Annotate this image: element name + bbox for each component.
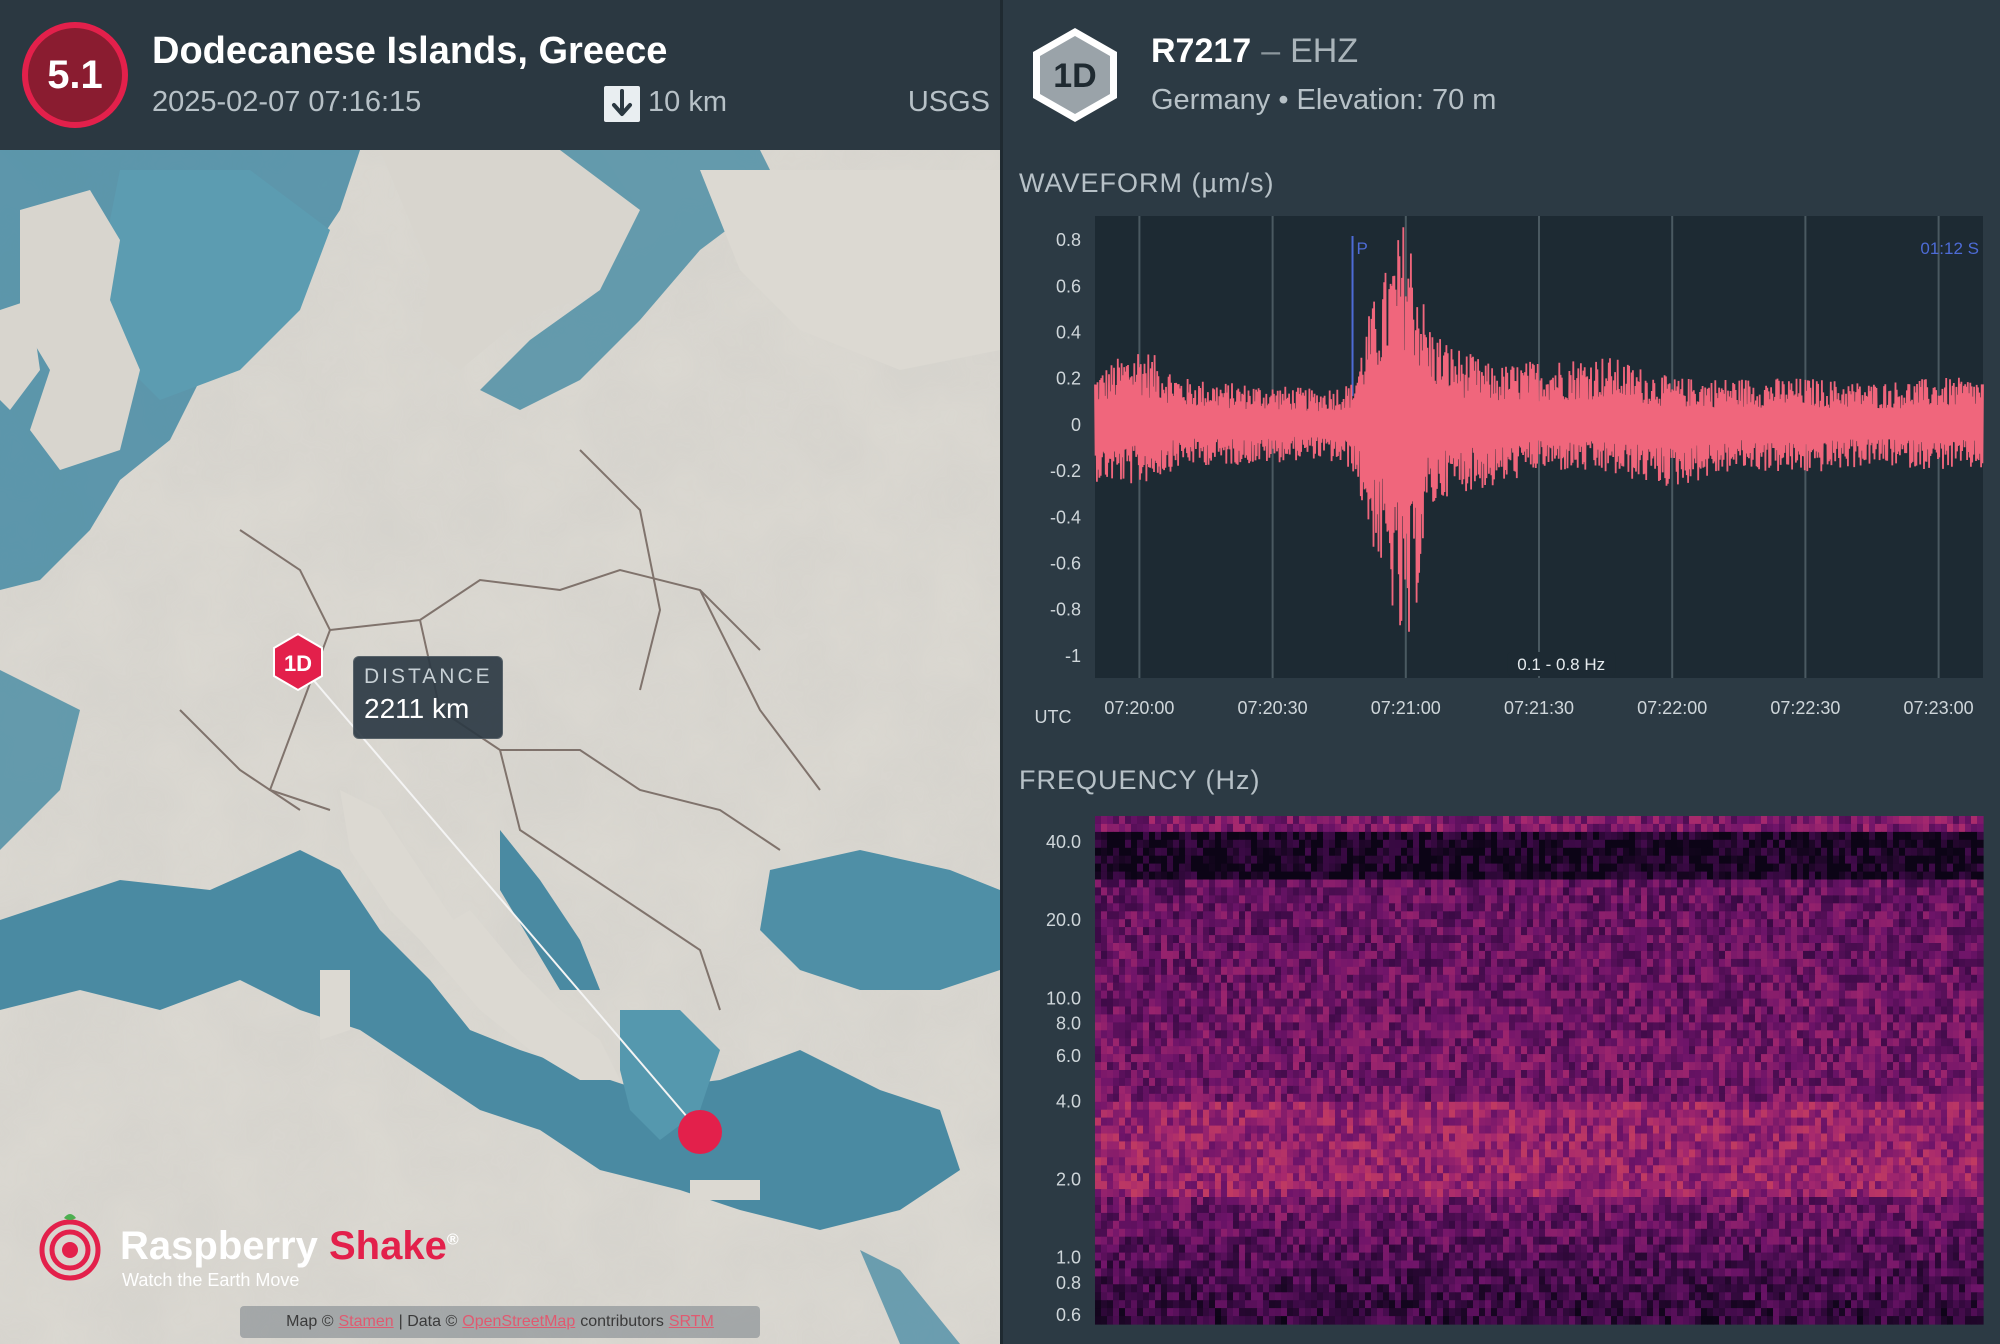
spectrogram-y-tick: 8.0 xyxy=(1056,1013,1081,1033)
waveform-chart[interactable]: 0.8 0.6 0.4 0.2 0 -0.2 -0.4 -0.6 -0.8 -1 07:20:00 0… xyxy=(1003,210,2000,730)
brand-logo[interactable]: Raspberry Shake® Watch the Earth Move xyxy=(34,1210,459,1290)
station-badge-label: 1D xyxy=(1053,57,1096,95)
spectrogram-chart[interactable]: 40.0 20.0 10.0 8.0 6.0 4.0 2.0 1.0 0.8 0.6 xyxy=(1003,800,2000,1344)
arrow-down-icon xyxy=(604,86,640,122)
map-canvas: 1D xyxy=(0,150,1000,1344)
event-title: Dodecanese Islands, Greece xyxy=(152,30,668,72)
distance-label: DISTANCE xyxy=(364,665,493,688)
waveform-title: WAVEFORM (µm/s) xyxy=(1019,168,1275,198)
p-wave-label: P xyxy=(1357,239,1368,258)
station-panel: 1D R7217– EHZ Germany • Elevation: 70 m W… xyxy=(1003,0,2000,1344)
waveform-y-tick: 0.2 xyxy=(1056,369,1081,389)
spectrogram-y-tick: 4.0 xyxy=(1056,1092,1081,1112)
stamen-link[interactable]: Stamen xyxy=(338,1313,393,1331)
raspberry-logo-icon xyxy=(39,1214,101,1281)
station-marker-label: 1D xyxy=(284,651,312,676)
waveform-y-tick: 0.6 xyxy=(1056,276,1081,296)
waveform-y-tick: -1 xyxy=(1065,646,1081,666)
waveform-x-tick: 07:21:30 xyxy=(1504,698,1574,718)
event-source: USGS xyxy=(907,86,990,118)
station-info: Germany • Elevation: 70 m xyxy=(1151,84,1497,116)
waveform-y-tick: -0.6 xyxy=(1050,554,1081,574)
osm-link[interactable]: OpenStreetMap xyxy=(462,1313,575,1331)
map-attribution: Map © Stamen | Data © OpenStreetMap cont… xyxy=(240,1306,760,1338)
waveform-x-tick: 07:20:00 xyxy=(1104,698,1174,718)
waveform-x-tick: 07:22:30 xyxy=(1770,698,1840,718)
waveform-x-tick: 07:21:00 xyxy=(1371,698,1441,718)
waveform-x-tick: 07:20:30 xyxy=(1238,698,1308,718)
waveform-y-tick: -0.8 xyxy=(1050,600,1081,620)
waveform-y-tick: 0.4 xyxy=(1056,323,1081,343)
spectrogram-y-tick: 6.0 xyxy=(1056,1046,1081,1066)
waveform-y-tick: 0 xyxy=(1071,415,1081,435)
land-sardinia xyxy=(320,970,350,1040)
frequency-title: FREQUENCY (Hz) xyxy=(1019,765,1261,795)
filter-label: 0.1 - 0.8 Hz xyxy=(1517,655,1605,674)
event-datetime: 2025-02-07 07:16:15 xyxy=(152,86,422,118)
spectrogram-cells xyxy=(1095,816,1984,1325)
distance-value: 2211 km xyxy=(364,693,470,724)
spectrogram-y-tick: 0.8 xyxy=(1056,1273,1081,1293)
event-header: 5.1 Dodecanese Islands, Greece 2025-02-0… xyxy=(0,0,1000,150)
station-name: R7217– EHZ xyxy=(1151,32,1359,70)
spectrogram-y-tick: 10.0 xyxy=(1046,988,1081,1008)
spectrogram-y-tick: 40.0 xyxy=(1046,832,1081,852)
waveform-y-tick: -0.2 xyxy=(1050,461,1081,481)
spectrogram-y-tick: 2.0 xyxy=(1056,1170,1081,1190)
waveform-x-tick: 07:23:00 xyxy=(1904,698,1974,718)
distance-tooltip: DISTANCE 2211 km xyxy=(353,656,503,739)
waveform-x-tick: 07:22:00 xyxy=(1637,698,1707,718)
land-crete xyxy=(690,1180,760,1200)
spectrogram-y-tick: 0.6 xyxy=(1056,1305,1081,1325)
brand-name: Raspberry Shake® xyxy=(120,1224,459,1268)
s-wave-label: 01:12 S xyxy=(1920,239,1979,258)
waveform-y-tick: 0.8 xyxy=(1056,230,1081,250)
brand-tagline: Watch the Earth Move xyxy=(122,1270,300,1290)
magnitude-badge: 5.1 xyxy=(22,22,128,128)
epicenter-marker xyxy=(678,1110,722,1154)
waveform-y-tick: -0.4 xyxy=(1050,507,1081,527)
srtm-link[interactable]: SRTM xyxy=(669,1313,714,1331)
event-depth: 10 km xyxy=(648,86,727,118)
waveform-x-unit: UTC xyxy=(1035,707,1072,727)
station-badge: 1D xyxy=(1029,24,1121,126)
spectrogram-y-tick: 20.0 xyxy=(1046,910,1081,930)
map-view[interactable]: 1D DISTANCE 2211 km Raspberry Shake® Wat… xyxy=(0,150,1000,1344)
spectrogram-y-tick: 1.0 xyxy=(1056,1248,1081,1268)
event-panel: 5.1 Dodecanese Islands, Greece 2025-02-0… xyxy=(0,0,1000,1344)
